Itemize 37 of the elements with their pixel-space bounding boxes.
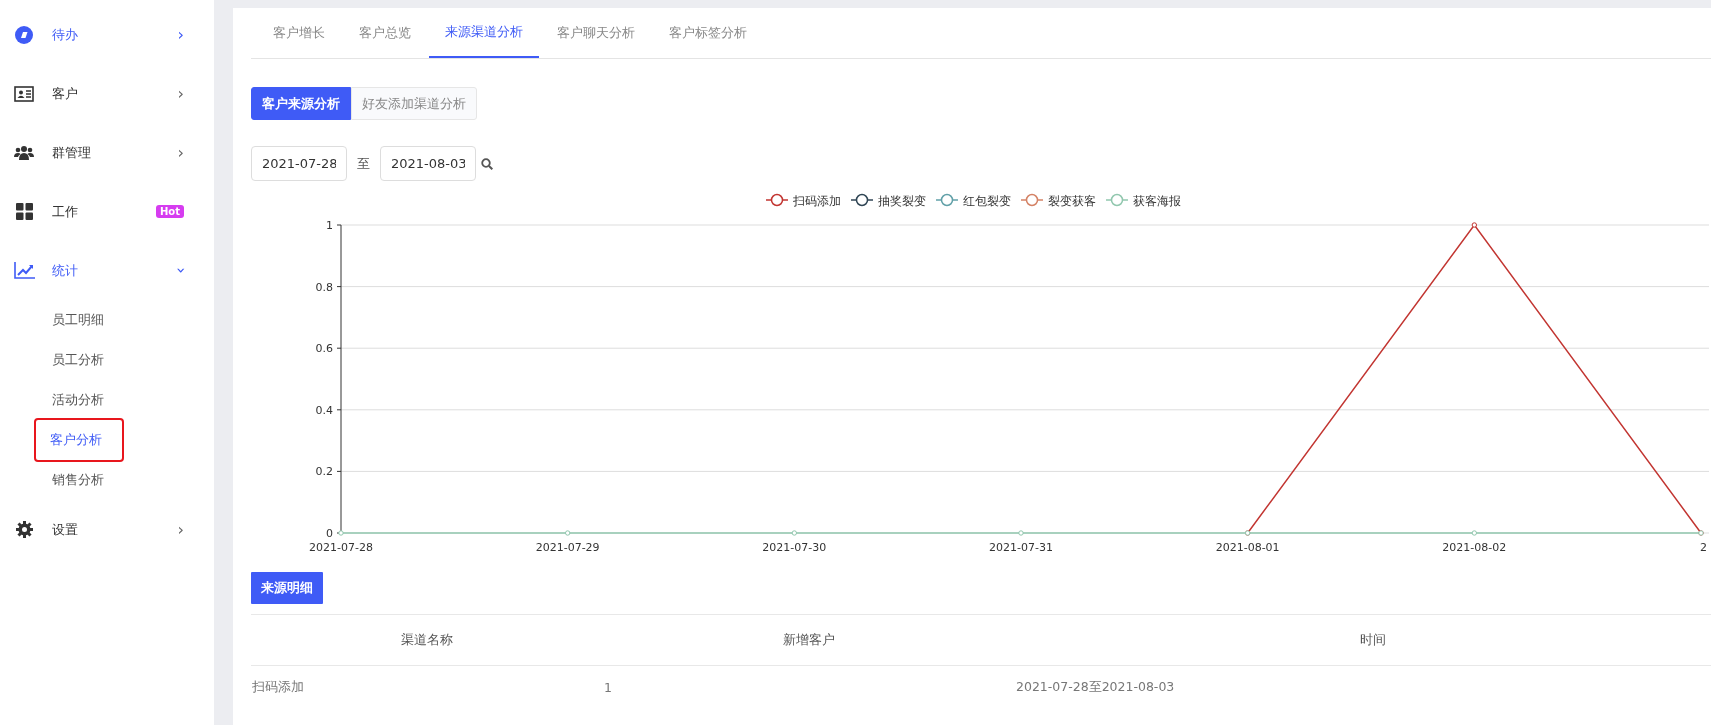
nav-label: 设置 [52,520,79,539]
hot-badge: Hot [155,205,184,218]
x-tick-label: 2021-07-29 [535,541,600,554]
column-header: 时间 [1015,614,1711,666]
legend-label: 抽奖裂变 [878,193,926,208]
table-cell: 1 [603,665,1015,708]
y-tick-label: 0.8 [315,280,333,294]
column-header: 新增客户 [603,614,1015,666]
x-tick-label: 2021-07-28 [309,541,373,554]
table-cell: 扫码添加 [251,665,603,708]
table-cell: 2021-07-28至2021-08-03 [1015,665,1711,708]
legend-label: 扫码添加 [792,193,841,208]
chevron-icon: › [177,84,184,103]
y-tick-label: 1 [326,219,333,232]
legend-label: 红包裂变 [963,193,1011,208]
nav-label: 统计 [52,261,79,280]
y-tick-label: 0.6 [315,342,333,356]
nav-label: 群管理 [52,143,92,162]
legend-label: 获客海报 [1133,193,1181,208]
nav-label: 待办 [52,25,79,44]
x-tick-label: 2021-08-01 [1215,541,1280,554]
chevron-icon: › [177,520,184,539]
y-tick-label: 0 [326,527,333,540]
x-tick-label: 2 [1700,541,1707,554]
y-tick-label: 0.4 [315,403,333,417]
x-tick-label: 2021-07-31 [989,541,1053,554]
chevron-icon: › [177,25,184,44]
y-tick-label: 0.2 [315,465,333,479]
range-separator: 至 [357,154,370,173]
nav-label: 工作 [52,202,79,221]
chevron-icon: › [171,267,191,274]
legend-label: 裂变获客 [1048,193,1096,208]
x-tick-label: 2021-08-02 [1442,541,1507,554]
x-tick-label: 2021-07-30 [762,541,827,554]
column-header: 渠道名称 [251,614,603,666]
nav-label: 客户 [52,84,79,103]
chevron-icon: › [177,143,184,162]
